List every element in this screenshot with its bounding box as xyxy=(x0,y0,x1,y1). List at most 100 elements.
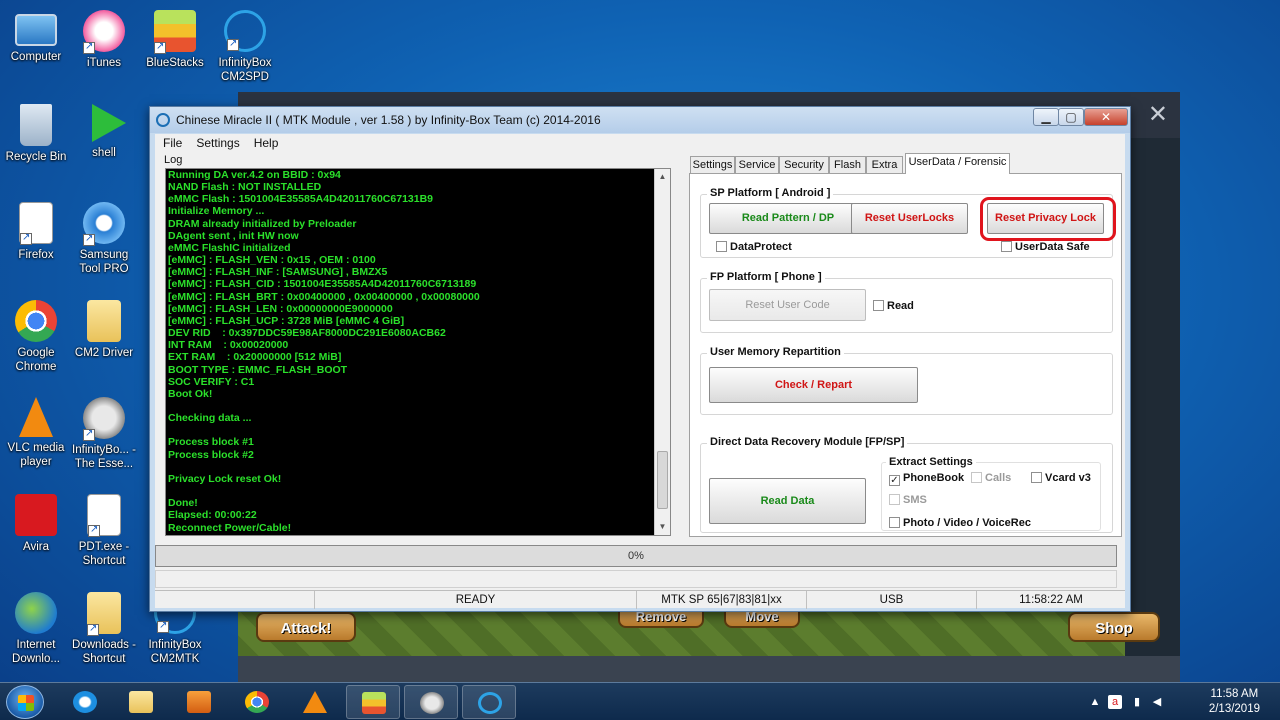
tray-expand-icon[interactable]: ▲ xyxy=(1088,695,1102,709)
system-tray: ▲ a ▮ ◀ 11:58 AM 2/13/2019 xyxy=(1080,683,1280,720)
taskbar-media-player[interactable] xyxy=(172,685,226,719)
userdata-safe-checkbox[interactable]: UserData Safe xyxy=(1001,241,1090,253)
log-scrollbar[interactable]: ▲ ▼ xyxy=(654,169,670,535)
emulator-close-icon[interactable]: ✕ xyxy=(1148,100,1168,129)
attack-button[interactable]: Attack! xyxy=(256,612,356,642)
tab-flash[interactable]: Flash xyxy=(829,156,866,174)
fp-platform-group: FP Platform [ Phone ] Reset User Code Re… xyxy=(700,271,1113,333)
desktop-icon-vlc[interactable]: VLC media player xyxy=(0,397,72,469)
folder-icon xyxy=(87,592,121,636)
menu-file[interactable]: File xyxy=(155,134,188,150)
vlc-cone-icon xyxy=(303,691,327,713)
desktop-icon-label: InfinityBo... - The Esse... xyxy=(72,444,136,470)
taskbar-explorer[interactable] xyxy=(114,685,168,719)
window-title-bar[interactable]: Chinese Miracle II ( MTK Module , ver 1.… xyxy=(150,107,1130,133)
infinitybox-g-icon xyxy=(83,397,125,441)
recovery-title: Direct Data Recovery Module [FP/SP] xyxy=(707,436,908,448)
taskbar-cm2mtk[interactable] xyxy=(462,685,516,719)
log-line: DEV RID : 0x397DDC59E98AF8000DC291E6080A… xyxy=(168,327,446,340)
scroll-down-icon[interactable]: ▼ xyxy=(655,519,670,535)
desktop-icon-computer[interactable]: Computer xyxy=(0,10,72,64)
desktop-icon-shell[interactable]: shell xyxy=(68,104,140,160)
photo-video-checkbox[interactable]: Photo / Video / VoiceRec xyxy=(889,517,1031,529)
start-button[interactable] xyxy=(6,685,44,719)
taskbar-chrome[interactable] xyxy=(230,685,284,719)
fp-platform-title: FP Platform [ Phone ] xyxy=(707,271,825,283)
tab-service[interactable]: Service xyxy=(735,156,779,174)
desktop-icon-label: Samsung Tool PRO xyxy=(79,249,129,275)
scroll-up-icon[interactable]: ▲ xyxy=(655,169,670,185)
minimize-button[interactable]: ▁ xyxy=(1033,108,1059,126)
log-line: SOC VERIFY : C1 xyxy=(168,375,255,388)
desktop-icon-label: Firefox xyxy=(18,249,54,261)
progress-bar: 0% xyxy=(155,545,1117,567)
read-pattern-button[interactable]: Read Pattern / DP xyxy=(709,203,867,234)
menu-settings[interactable]: Settings xyxy=(188,134,245,150)
tab-extra[interactable]: Extra xyxy=(866,156,903,174)
sp-platform-group: SP Platform [ Android ] Read Pattern / D… xyxy=(700,187,1116,258)
phonebook-checkbox[interactable]: ✓ PhoneBook xyxy=(889,472,964,486)
read-label: Read xyxy=(887,300,914,312)
desktop-icon-itunes[interactable]: iTunes xyxy=(68,10,140,70)
avira-tray-icon[interactable]: a xyxy=(1108,695,1122,709)
itunes-icon xyxy=(83,10,125,54)
desktop-icon-google-chrome[interactable]: Google Chrome xyxy=(0,300,72,374)
desktop-icon-pdt[interactable]: PDT.exe - Shortcut xyxy=(68,494,140,568)
desktop-icon-samsung-tool-pro[interactable]: Samsung Tool PRO xyxy=(68,202,140,276)
sms-checkbox[interactable]: SMS xyxy=(889,494,927,506)
desktop-icon-internet-download-manager[interactable]: Internet Downlo... xyxy=(0,592,72,666)
log-line: [eMMC] : FLASH_VEN : 0x15 , OEM : 0100 xyxy=(168,254,376,267)
recovery-group: Direct Data Recovery Module [FP/SP] Read… xyxy=(700,436,1113,533)
desktop-icon-label: InfinityBox CM2SPD xyxy=(218,57,272,83)
reset-user-code-button[interactable]: Reset User Code xyxy=(709,289,866,321)
folder-icon xyxy=(87,300,121,342)
read-data-button[interactable]: Read Data xyxy=(709,478,866,524)
volume-icon[interactable]: ◀ xyxy=(1150,695,1164,709)
scroll-thumb[interactable] xyxy=(657,451,668,509)
desktop-icon-downloads[interactable]: Downloads - Shortcut xyxy=(68,592,140,666)
desktop-icon-label: Avira xyxy=(23,541,49,553)
read-checkbox[interactable]: Read xyxy=(873,300,914,312)
network-icon[interactable]: ▮ xyxy=(1130,695,1144,709)
log-line: eMMC Flash : 1501004E35585A4D42011760C67… xyxy=(168,193,434,206)
taskbar-clock[interactable]: 11:58 AM 2/13/2019 xyxy=(1209,687,1260,717)
desktop-icon-infinitybox-cm2spd[interactable]: InfinityBox CM2SPD xyxy=(209,10,281,84)
vcard-checkbox[interactable]: Vcard v3 xyxy=(1031,472,1091,484)
check-repart-button[interactable]: Check / Repart xyxy=(709,367,918,403)
recycle-bin-icon xyxy=(20,104,52,146)
app-icon xyxy=(156,113,170,127)
reset-userlocks-button[interactable]: Reset UserLocks xyxy=(851,203,968,234)
menu-help[interactable]: Help xyxy=(246,134,285,150)
media-player-icon xyxy=(187,691,211,713)
clock-time: 11:58 AM xyxy=(1210,688,1259,700)
status-port: USB xyxy=(807,591,977,609)
shop-button[interactable]: Shop xyxy=(1068,612,1160,642)
maximize-button[interactable]: ▢ xyxy=(1058,108,1084,126)
desktop-icon-infinitybox-essence[interactable]: InfinityBo... - The Esse... xyxy=(68,397,140,471)
calls-checkbox[interactable]: Calls xyxy=(971,472,1011,484)
log-line: EXT RAM : 0x20000000 [512 MiB] xyxy=(168,351,342,364)
desktop-icon-cm2-driver[interactable]: CM2 Driver xyxy=(68,300,140,360)
tab-userdata-forensic[interactable]: UserData / Forensic xyxy=(905,153,1010,174)
desktop-icon-bluestacks[interactable]: BlueStacks xyxy=(139,10,211,70)
taskbar-ie[interactable] xyxy=(58,685,112,719)
taskbar-infinitybox[interactable] xyxy=(404,685,458,719)
bluestacks-icon xyxy=(362,692,386,714)
taskbar-vlc[interactable] xyxy=(288,685,342,719)
sp-platform-title: SP Platform [ Android ] xyxy=(707,187,834,199)
secondary-bar xyxy=(155,570,1117,588)
log-line: BOOT TYPE : EMMC_FLASH_BOOT xyxy=(168,363,348,376)
taskbar-bluestacks[interactable] xyxy=(346,685,400,719)
gear-icon xyxy=(83,202,125,246)
log-line: Done! xyxy=(168,497,198,510)
desktop-icon-avira[interactable]: Avira xyxy=(0,494,72,554)
desktop-icon-recycle-bin[interactable]: Recycle Bin xyxy=(0,104,72,164)
close-button[interactable]: ✕ xyxy=(1084,108,1128,126)
tab-security[interactable]: Security xyxy=(779,156,829,174)
desktop-icon-firefox[interactable]: Firefox xyxy=(0,202,72,262)
highlight-circle xyxy=(980,197,1116,241)
tab-settings[interactable]: Settings xyxy=(690,156,735,174)
dataprotect-checkbox[interactable]: DataProtect xyxy=(716,241,792,253)
log-panel[interactable]: Running DA ver.4.2 on BBID : 0x94 NAND Fl… xyxy=(165,168,671,536)
repartition-title: User Memory Repartition xyxy=(707,346,844,358)
